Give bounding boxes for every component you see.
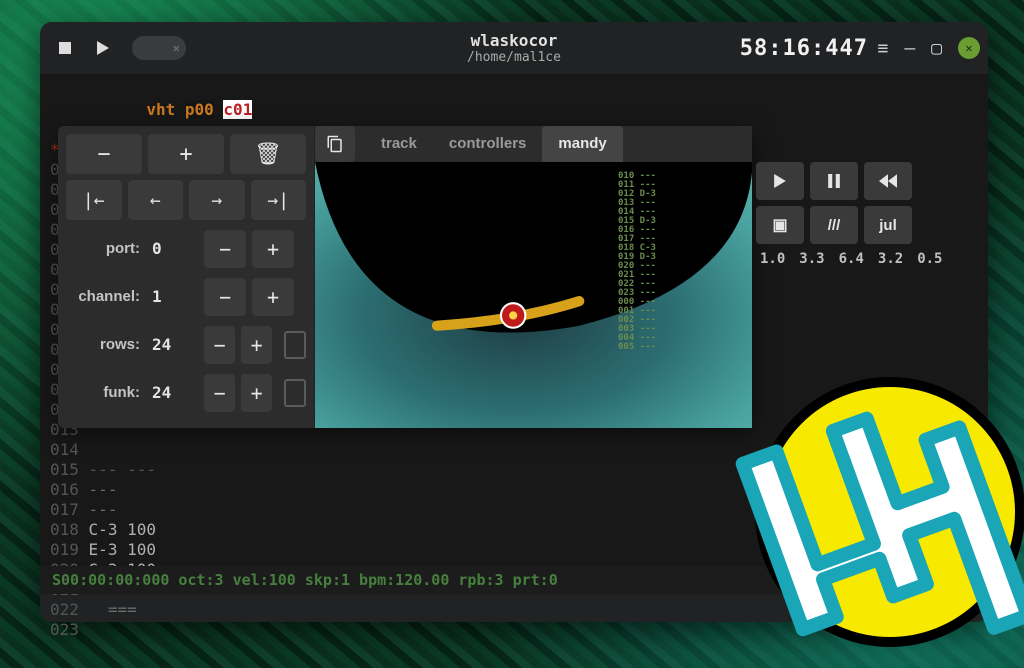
status-text: S00:00:00:000 oct:3 vel:100 skp:1 bpm:12…	[52, 571, 558, 589]
tracker-row[interactable]: 015 --- ---	[50, 460, 978, 480]
param-channel: channel: 1 − +	[66, 278, 306, 316]
menu-icon[interactable]: ≡	[877, 38, 888, 59]
tracker-row[interactable]: 017 ---	[50, 500, 978, 520]
tracker-hdr-p: p00	[185, 100, 214, 119]
tracker-row[interactable]: 019 E-3 100	[50, 540, 978, 560]
tracker-row[interactable]: 023	[50, 620, 978, 640]
marker-icon: ▣	[772, 215, 787, 235]
copy-button[interactable]	[315, 126, 355, 162]
tracker-hdr-vht: vht	[146, 100, 175, 119]
play2-button[interactable]	[756, 162, 804, 200]
seek-end-button[interactable]: →|	[251, 180, 307, 220]
close-icon: ✕	[173, 41, 180, 55]
panel-right: trackcontrollersmandy	[314, 126, 752, 428]
cluster-readouts: 1.0 3.3 6.4 3.2 0.5	[760, 250, 1018, 268]
track-edit-panel: − + 🗑 |← ← → →| port: 0 − + channe	[58, 126, 752, 428]
param-funk: funk: 24 − +	[66, 374, 306, 412]
window-controls: ≡ — ▢ ✕	[877, 37, 980, 59]
funk-increment[interactable]: +	[241, 374, 272, 412]
param-rows-label: rows:	[66, 326, 140, 364]
status-bar: S00:00:00:000 oct:3 vel:100 skp:1 bpm:12…	[40, 566, 988, 594]
tracker-row[interactable]: 018 C-3 100	[50, 520, 978, 540]
rows-increment[interactable]: +	[241, 326, 272, 364]
seek-next-button[interactable]: →	[189, 180, 245, 220]
param-channel-label: channel:	[66, 278, 140, 316]
play-button[interactable]	[88, 33, 118, 63]
readout-value: 3.2	[878, 250, 903, 268]
mode-jul-button[interactable]: jul	[864, 206, 912, 244]
tab-controllers[interactable]: controllers	[433, 126, 543, 162]
channel-decrement[interactable]: −	[204, 278, 246, 316]
param-funk-label: funk:	[66, 374, 140, 412]
readout-value: 3.3	[799, 250, 824, 268]
record-toggle[interactable]: ✕	[132, 36, 186, 60]
panel-left-controls: − + 🗑 |← ← → →| port: 0 − + channe	[58, 126, 314, 428]
timecode: 58:16:447	[740, 36, 868, 61]
stop-icon	[59, 42, 71, 54]
tracker-row[interactable]: 022 ===	[50, 600, 978, 620]
rows-decrement[interactable]: −	[204, 326, 235, 364]
param-funk-value[interactable]: 24	[146, 374, 198, 412]
app-window: ✕ wlaskocor /home/mal1ce 58:16:447 ≡ — ▢…	[40, 22, 988, 622]
param-port-label: port:	[66, 230, 140, 268]
pause-button[interactable]	[810, 162, 858, 200]
trash-icon: 🗑	[254, 142, 282, 167]
playback-cluster: ▣ /// jul 1.0 3.3 6.4 3.2 0.5	[756, 162, 1018, 292]
tab-track[interactable]: track	[365, 126, 433, 162]
pause-icon	[828, 174, 840, 188]
scope-readout: 010 --- 011 --- 012 D-3 013 --- 014 --- …	[618, 172, 672, 352]
play-icon	[773, 174, 787, 188]
rewind-icon	[879, 174, 897, 188]
param-port-value[interactable]: 0	[146, 230, 198, 268]
copy-icon	[326, 135, 344, 153]
readout-value: 6.4	[839, 250, 864, 268]
seek-start-button[interactable]: |←	[66, 180, 122, 220]
rewind-button[interactable]	[864, 162, 912, 200]
viz-canvas	[315, 162, 752, 428]
slashes-button[interactable]: ///	[810, 206, 858, 244]
delete-button[interactable]: 🗑	[230, 134, 306, 174]
channel-increment[interactable]: +	[252, 278, 294, 316]
param-channel-value[interactable]: 1	[146, 278, 198, 316]
tracker-row[interactable]: 014	[50, 440, 978, 460]
param-rows-value[interactable]: 24	[146, 326, 198, 364]
tracker-row[interactable]: 016 ---	[50, 480, 978, 500]
funk-lock-checkbox[interactable]	[284, 379, 306, 407]
stop-button[interactable]	[50, 33, 80, 63]
tab-mandy[interactable]: mandy	[542, 126, 622, 162]
funk-decrement[interactable]: −	[204, 374, 235, 412]
rows-lock-checkbox[interactable]	[284, 331, 306, 359]
seek-prev-button[interactable]: ←	[128, 180, 184, 220]
tracker-hdr-c: c01	[223, 100, 252, 119]
readout-value: 1.0	[760, 250, 785, 268]
minimize-button[interactable]: —	[904, 38, 915, 59]
close-window-button[interactable]: ✕	[958, 37, 980, 59]
add-track-button[interactable]: +	[148, 134, 224, 174]
maximize-button[interactable]: ▢	[931, 38, 942, 59]
status-stars: ***	[953, 566, 980, 594]
port-increment[interactable]: +	[252, 230, 294, 268]
desktop-background: ✕ wlaskocor /home/mal1ce 58:16:447 ≡ — ▢…	[0, 0, 1024, 668]
panel-tabs: trackcontrollersmandy	[363, 126, 625, 162]
titlebar: ✕ wlaskocor /home/mal1ce 58:16:447 ≡ — ▢…	[40, 22, 988, 74]
param-rows: rows: 24 − +	[66, 326, 306, 364]
play-icon	[97, 41, 109, 55]
readout-value: 0.5	[917, 250, 942, 268]
remove-track-button[interactable]: −	[66, 134, 142, 174]
param-port: port: 0 − +	[66, 230, 306, 268]
visualization[interactable]: 010 --- 011 --- 012 D-3 013 --- 014 --- …	[315, 162, 752, 428]
port-decrement[interactable]: −	[204, 230, 246, 268]
marker-button[interactable]: ▣	[756, 206, 804, 244]
